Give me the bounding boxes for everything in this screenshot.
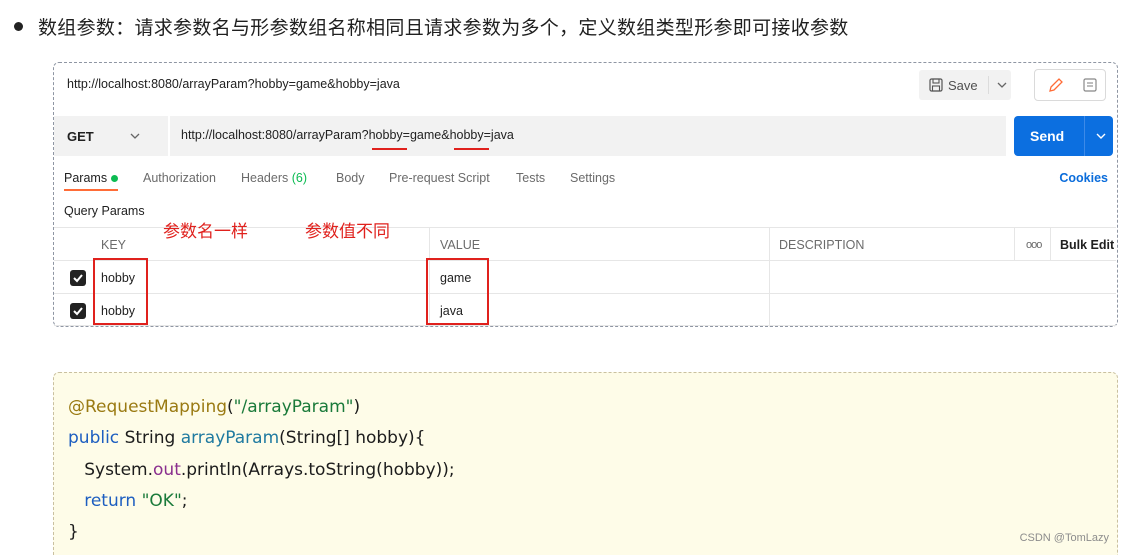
divider	[1014, 228, 1015, 261]
method-label: GET	[67, 128, 94, 144]
annotation-different-value: 参数值不同	[305, 222, 390, 242]
table-row: hobby game	[54, 260, 1116, 294]
tab-label: Authorization	[143, 171, 216, 185]
request-name[interactable]: http://localhost:8080/arrayParam?hobby=g…	[67, 77, 400, 91]
code-string: "OK"	[141, 491, 182, 511]
annotation-same-name: 参数名一样	[163, 222, 248, 242]
tab-params[interactable]: Params	[64, 171, 119, 191]
code-text: System.	[68, 460, 154, 480]
chevron-down-icon[interactable]	[996, 79, 1008, 91]
chevron-down-icon	[130, 133, 140, 139]
underline-hobby-2	[454, 148, 489, 150]
divider	[1084, 116, 1086, 156]
code-text: .println(Arrays.toString(hobby));	[180, 460, 455, 480]
request-title-bar: http://localhost:8080/arrayParam?hobby=g…	[54, 63, 1117, 109]
table-row: hobby java	[54, 293, 1116, 327]
send-label: Send	[1030, 128, 1065, 144]
code-line-2: public String arrayParam(String[] hobby)…	[68, 428, 425, 448]
request-bar: GET http://localhost:8080/arrayParam?hob…	[54, 116, 1117, 156]
code-signature: (String[] hobby){	[279, 428, 426, 448]
save-label: Save	[948, 77, 978, 93]
postman-panel: http://localhost:8080/arrayParam?hobby=g…	[53, 62, 1118, 327]
tab-label: Settings	[570, 171, 616, 185]
pencil-icon[interactable]	[1045, 74, 1067, 96]
more-options-icon[interactable]: ooo	[1026, 228, 1042, 261]
cookies-link[interactable]: Cookies	[1059, 171, 1108, 185]
watermark: CSDN @TomLazy	[1019, 532, 1109, 544]
highlight-box-keys	[93, 258, 148, 325]
tab-label: Pre-request Script	[389, 171, 490, 185]
checkmark-icon	[70, 269, 86, 286]
underline-hobby-1	[372, 148, 407, 150]
tab-label: Headers	[241, 171, 289, 185]
code-type: String	[124, 428, 181, 448]
code-paren: )	[353, 397, 361, 417]
divider	[769, 261, 770, 294]
divider	[769, 294, 770, 327]
column-header-value: VALUE	[440, 237, 481, 252]
divider	[1050, 228, 1051, 261]
headers-count: (6)	[291, 171, 308, 185]
code-paren: (	[227, 397, 234, 417]
heading: 数组参数：请求参数名与形参数组名称相同且请求参数为多个，定义数组类型形参即可接收…	[14, 10, 849, 42]
save-button[interactable]: Save	[919, 70, 1011, 100]
divider	[769, 228, 770, 261]
code-string: "/arrayParam"	[233, 397, 354, 417]
code-line-5: }	[68, 522, 79, 542]
method-select[interactable]: GET	[54, 116, 168, 156]
tab-label: Tests	[516, 171, 546, 185]
tab-pre-request-script[interactable]: Pre-request Script	[389, 171, 490, 191]
divider	[987, 76, 989, 94]
code-line-3: System.out.println(Arrays.toString(hobby…	[68, 460, 455, 480]
code-keyword: return	[68, 491, 142, 511]
code-field: out	[153, 460, 181, 480]
column-header-description: DESCRIPTION	[779, 237, 865, 252]
row-checkbox[interactable]	[70, 294, 86, 327]
divider	[429, 228, 430, 261]
column-header-key: KEY	[101, 237, 127, 252]
documentation-icon[interactable]	[1081, 76, 1099, 94]
code-text: ;	[181, 491, 188, 511]
chevron-down-icon[interactable]	[1095, 130, 1107, 142]
highlight-box-values	[426, 258, 489, 325]
code-keyword: public	[68, 428, 125, 448]
save-icon	[929, 78, 943, 92]
code-line-1: @RequestMapping("/arrayParam")	[68, 397, 360, 417]
tab-authorization[interactable]: Authorization	[143, 171, 216, 191]
tab-label: Body	[336, 171, 365, 185]
row-checkbox[interactable]	[70, 261, 86, 294]
send-button[interactable]: Send	[1014, 116, 1113, 156]
bullet-icon	[14, 21, 23, 31]
request-tabs: Params Authorization Headers (6) Body Pr…	[64, 171, 1114, 193]
tab-headers[interactable]: Headers (6)	[241, 171, 307, 191]
code-annotation: @RequestMapping	[68, 397, 228, 417]
code-method-name: arrayParam	[180, 428, 280, 448]
checkmark-icon	[70, 302, 86, 319]
bulk-edit-link[interactable]: Bulk Edit	[1060, 228, 1114, 261]
tab-body[interactable]: Body	[336, 171, 365, 191]
code-line-4: return "OK";	[68, 491, 188, 511]
tab-tests[interactable]: Tests	[516, 171, 545, 191]
heading-text: 数组参数：请求参数名与形参数组名称相同且请求参数为多个，定义数组类型形参即可接收…	[38, 16, 849, 39]
status-dot-icon	[111, 175, 119, 183]
url-text: http://localhost:8080/arrayParam?hobby=g…	[181, 128, 514, 142]
tab-settings[interactable]: Settings	[570, 171, 615, 191]
tab-label: Params	[64, 171, 108, 185]
edit-toolbar	[1034, 69, 1106, 101]
query-params-label: Query Params	[64, 204, 145, 218]
url-input[interactable]: http://localhost:8080/arrayParam?hobby=g…	[170, 116, 1006, 156]
